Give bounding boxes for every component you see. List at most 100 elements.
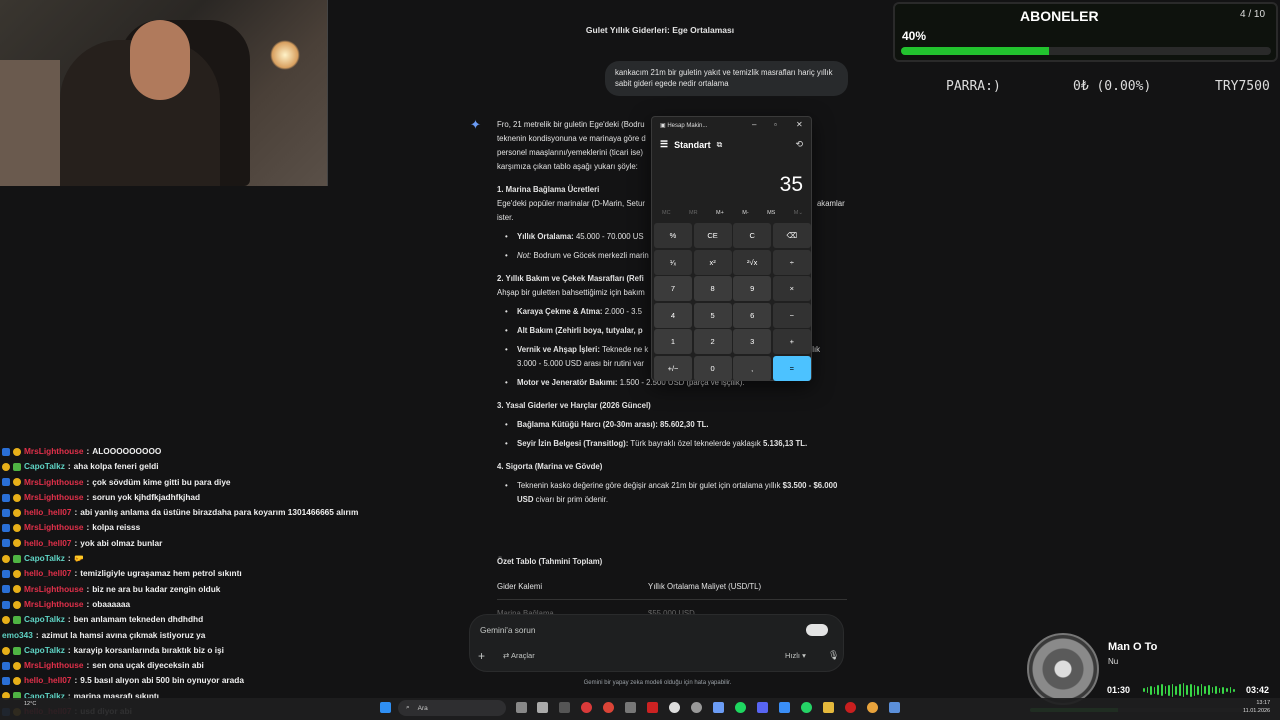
calc-key[interactable]: C (733, 223, 772, 248)
maximize-button[interactable]: ▫ (774, 120, 777, 129)
chat-username[interactable]: hello_hell07 (24, 673, 72, 688)
history-icon[interactable]: ⟲ (795, 139, 803, 150)
calc-key[interactable]: 6 (733, 302, 772, 328)
calc-key[interactable]: + (772, 329, 811, 355)
app-icon[interactable] (625, 702, 636, 713)
waveform-bar (1222, 686, 1225, 694)
model-mode-dropdown[interactable]: Hızlı ▾ (785, 651, 806, 660)
chat-username[interactable]: MrsLighthouse (24, 658, 83, 673)
minimize-button[interactable]: – (752, 120, 756, 129)
calc-key[interactable]: ⌫ (772, 223, 811, 248)
calculator-titlebar[interactable]: ▣ Hesap Makin... – ▫ ✕ (652, 117, 811, 135)
gemini-icon[interactable] (713, 702, 724, 713)
calc-key[interactable]: +/− (654, 355, 692, 381)
chat-username[interactable]: MrsLighthouse (24, 490, 83, 505)
chat-username[interactable]: hello_hell07 (24, 505, 72, 520)
calc-key[interactable]: 3 (733, 329, 772, 355)
chat-separator: : (86, 598, 90, 609)
calc-key[interactable]: 8 (693, 276, 732, 302)
microphone-icon[interactable]: 🎙 (828, 650, 839, 661)
table-header: Gider Kalemi (497, 582, 543, 591)
chrome-icon[interactable] (603, 702, 614, 713)
calc-key[interactable]: − (772, 302, 811, 328)
calc-key[interactable]: = (772, 355, 811, 381)
taskbar-clock[interactable]: 13:17 11.01.2026 (1243, 699, 1270, 715)
calculator-mode[interactable]: ☰ Standart ⧉ (660, 139, 722, 150)
summary-heading: Özet Tablo (Tahmini Toplam) (497, 556, 603, 566)
waveform-bar (1179, 684, 1181, 696)
app-red-icon[interactable] (845, 702, 856, 713)
memory-key[interactable]: M+ (716, 210, 724, 216)
chat-username[interactable]: MrsLighthouse (24, 597, 83, 612)
calc-key[interactable]: 4 (654, 302, 692, 328)
mail-icon[interactable] (779, 702, 790, 713)
calc-key[interactable]: ²√x (733, 249, 772, 275)
calc-key[interactable]: 9 (733, 276, 772, 302)
chat-separator: : (74, 568, 78, 579)
calc-key[interactable]: , (733, 355, 772, 381)
calculator-window[interactable]: ▣ Hesap Makin... – ▫ ✕ ☰ Standart ⧉ ⟲ 35… (651, 116, 812, 381)
chat-username[interactable]: MrsLighthouse (24, 520, 83, 535)
whatsapp-icon[interactable] (801, 702, 812, 713)
taskbar-search[interactable]: ⌕ Ara (398, 700, 506, 716)
chat-username[interactable]: CapoTalkz (24, 459, 65, 474)
chat-message: MrsLighthouse: çok sövdüm kime gitti bu p… (0, 475, 360, 490)
chat-username[interactable]: hello_hell07 (24, 536, 72, 551)
calc-key[interactable]: x² (693, 249, 732, 275)
album-art (1027, 633, 1099, 705)
tools-button[interactable]: ⇄ Araçlar (503, 651, 535, 660)
calc-key[interactable]: × (772, 276, 811, 302)
donation-goal: TRY7500 (1215, 79, 1270, 94)
close-button[interactable]: ✕ (796, 120, 803, 129)
prompt-toggle-icon[interactable] (806, 624, 828, 636)
chrome-alt-icon[interactable] (867, 702, 878, 713)
chat-username[interactable]: hello_hell07 (24, 566, 72, 581)
memory-key[interactable]: M- (742, 210, 748, 216)
calc-key[interactable]: ¹⁄ₓ (654, 249, 692, 275)
calc-key[interactable]: % (654, 223, 692, 248)
keep-on-top-icon[interactable]: ⧉ (717, 140, 723, 150)
discord-icon[interactable] (757, 702, 768, 713)
start-windows-icon[interactable] (380, 702, 391, 713)
opera-icon[interactable] (581, 702, 592, 713)
youtube-icon[interactable] (647, 702, 658, 713)
prompt-input-box[interactable] (469, 614, 844, 672)
settings-icon[interactable] (691, 702, 702, 713)
memory-key: M⌄ (793, 210, 803, 216)
spotify-icon[interactable] (735, 702, 746, 713)
chat-username[interactable]: CapoTalkz (24, 612, 65, 627)
calc-key[interactable]: 1 (654, 329, 692, 355)
calc-key[interactable]: 2 (693, 329, 732, 355)
chat-username[interactable]: emo343 (2, 628, 33, 643)
calc-key[interactable]: CE (693, 223, 732, 248)
calc-key[interactable]: ÷ (772, 249, 811, 275)
calc-key[interactable]: 5 (693, 302, 732, 328)
waveform-bar (1153, 686, 1156, 694)
memory-key[interactable]: MS (767, 210, 775, 216)
add-attachment-button[interactable]: + (478, 649, 485, 663)
task-view-icon[interactable] (516, 702, 527, 713)
obs-icon[interactable] (669, 702, 680, 713)
calc-key[interactable]: 0 (693, 355, 732, 381)
chat-username[interactable]: CapoTalkz (24, 643, 65, 658)
calc-key[interactable]: 7 (654, 276, 692, 302)
chat-message: emo343: azimut la hamsi avına çıkmak isti… (0, 628, 360, 643)
chat-username[interactable]: MrsLighthouse (24, 582, 83, 597)
calculator-taskbar-icon[interactable] (889, 702, 900, 713)
terminal-icon[interactable] (559, 702, 570, 713)
chat-message: CapoTalkz: 🤛 (0, 551, 360, 566)
memory-key: MC (662, 210, 671, 216)
weather-widget[interactable]: 12°C (24, 701, 36, 707)
file-explorer-icon[interactable] (823, 702, 834, 713)
widgets-icon[interactable] (537, 702, 548, 713)
song-title: Man O To (1108, 641, 1158, 653)
chat-text: 🤛 (73, 553, 84, 564)
chat-username[interactable]: MrsLighthouse (24, 475, 83, 490)
chat-username[interactable]: MrsLighthouse (24, 444, 83, 459)
prompt-input[interactable]: Gemini'a sorun (480, 625, 536, 635)
chat-badge-icon (2, 493, 10, 502)
chat-username[interactable]: CapoTalkz (24, 551, 65, 566)
chat-separator: : (67, 644, 71, 655)
chat-panel: MrsLighthouse: ALOOOOOOOOO CapoTalkz: aha k… (0, 444, 360, 720)
menu-icon[interactable]: ☰ (660, 139, 668, 150)
